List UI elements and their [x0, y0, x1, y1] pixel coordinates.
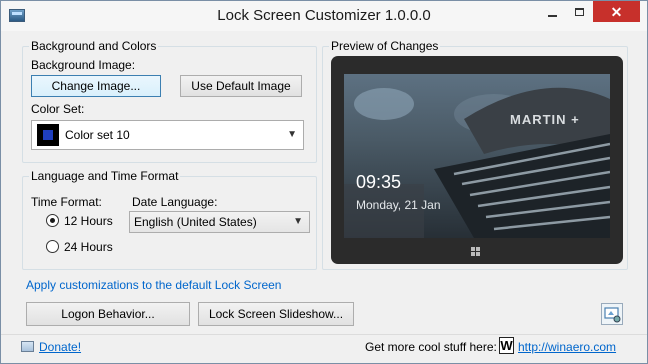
background-colors-legend: Background and Colors [29, 39, 159, 53]
change-image-button[interactable]: Change Image... [31, 75, 161, 97]
chevron-down-icon: ▼ [293, 216, 303, 227]
winaero-link[interactable]: http://winaero.com [518, 340, 616, 354]
screen-settings-icon [604, 307, 621, 323]
radio-12-hours-label[interactable]: 12 Hours [64, 214, 113, 228]
photo-sign-text: MARTIN + [510, 112, 580, 127]
footer-divider [1, 334, 647, 335]
maximize-button[interactable] [566, 1, 593, 22]
close-icon: ✕ [610, 3, 623, 20]
color-set-label: Color Set: [31, 102, 85, 116]
date-language-dropdown[interactable]: English (United States) ▼ [129, 211, 310, 233]
lock-screen-slideshow-button[interactable]: Lock Screen Slideshow... [198, 302, 354, 326]
more-stuff-text: Get more cool stuff here: [365, 340, 497, 354]
bench-photo [344, 87, 610, 238]
background-colors-group: Background and Colors Background Image: … [22, 39, 317, 163]
preview-group: Preview of Changes MARTIN + 09:35 Monday… [322, 39, 628, 270]
logon-behavior-button[interactable]: Logon Behavior... [26, 302, 190, 326]
preview-settings-button[interactable] [601, 303, 623, 325]
preview-legend: Preview of Changes [329, 39, 441, 53]
language-time-legend: Language and Time Format [29, 169, 181, 183]
title-bar[interactable]: Lock Screen Customizer 1.0.0.0 ✕ [1, 1, 647, 31]
close-button[interactable]: ✕ [593, 1, 640, 22]
chevron-down-icon: ▼ [287, 129, 297, 140]
date-language-value: English (United States) [134, 215, 257, 229]
color-swatch [37, 124, 59, 146]
app-window: Lock Screen Customizer 1.0.0.0 ✕ Backgro… [0, 0, 648, 364]
tablet-frame: MARTIN + 09:35 Monday, 21 Jan [331, 56, 623, 264]
use-default-image-button[interactable]: Use Default Image [180, 75, 302, 97]
date-language-label: Date Language: [132, 195, 218, 209]
radio-24-hours-label[interactable]: 24 Hours [64, 240, 113, 254]
donate-link[interactable]: Donate! [39, 340, 81, 354]
maximize-icon [575, 7, 584, 16]
lock-screen-preview: MARTIN + 09:35 Monday, 21 Jan [344, 74, 610, 238]
minimize-button[interactable] [539, 1, 566, 22]
preview-time: 09:35 [356, 172, 402, 192]
color-swatch-inner [43, 130, 53, 140]
winaero-logo: W [499, 337, 514, 354]
donate-icon [21, 339, 35, 353]
background-image-label: Background Image: [31, 58, 136, 72]
color-set-dropdown[interactable]: Color set 10 ▼ [31, 120, 304, 150]
language-time-group: Language and Time Format Time Format: 12… [22, 169, 317, 270]
time-format-label: Time Format: [31, 195, 102, 209]
radio-24-hours[interactable] [46, 240, 59, 253]
apply-customizations-link[interactable]: Apply customizations to the default Lock… [26, 278, 281, 292]
radio-12-hours[interactable] [46, 214, 59, 227]
color-set-value: Color set 10 [65, 128, 130, 142]
preview-date: Monday, 21 Jan [356, 198, 441, 212]
windows-logo-icon [471, 247, 481, 257]
minimize-icon [548, 14, 557, 17]
